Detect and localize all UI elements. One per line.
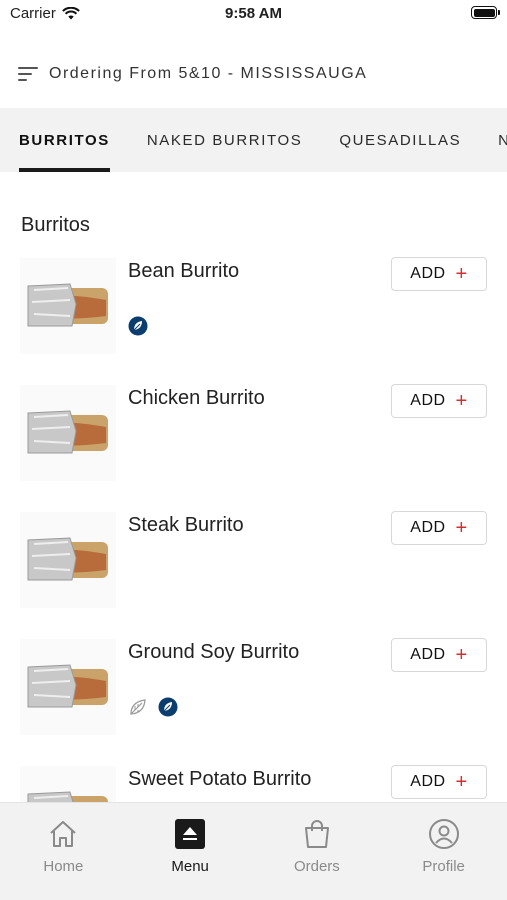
status-time: 9:58 AM <box>225 5 282 22</box>
home-icon <box>50 821 77 847</box>
item-name: Chicken Burrito <box>128 387 265 409</box>
plus-icon: + <box>455 263 468 285</box>
nav-profile-label: Profile <box>422 858 465 875</box>
dietary-tags <box>128 316 148 336</box>
ordering-location-text[interactable]: Ordering From 5&10 - MISSISSAUGA <box>49 65 367 83</box>
plus-icon: + <box>455 390 468 412</box>
status-bar: Carrier 9:58 AM <box>0 0 507 30</box>
item-name: Bean Burrito <box>128 260 240 282</box>
shopping-bag-icon <box>304 820 329 848</box>
nav-orders-label: Orders <box>293 858 340 875</box>
burrito-image <box>20 512 116 608</box>
dietary-tags <box>128 697 178 717</box>
add-label: ADD <box>410 392 446 409</box>
plus-icon: + <box>455 771 468 793</box>
add-label: ADD <box>410 265 446 282</box>
item-name: Sweet Potato Burrito <box>128 768 312 790</box>
nav-menu[interactable]: Menu <box>127 803 254 900</box>
nav-profile[interactable]: Profile <box>380 803 507 900</box>
nav-menu-label: Menu <box>171 858 209 875</box>
section-title: Burritos <box>21 214 90 236</box>
category-tabs: BURRITOS NAKED BURRITOS QUESADILLAS NACH… <box>0 108 507 172</box>
add-button[interactable]: ADD + <box>391 765 487 799</box>
tab-burritos[interactable]: BURRITOS <box>19 108 110 172</box>
add-button[interactable]: ADD + <box>391 384 487 418</box>
add-button[interactable]: ADD + <box>391 511 487 545</box>
ordering-header[interactable]: Ordering From 5&10 - MISSISSAUGA <box>0 52 507 96</box>
burrito-image <box>20 258 116 354</box>
nav-orders[interactable]: Orders <box>254 803 381 900</box>
vegetarian-leaf-icon <box>130 699 146 715</box>
tab-nachos[interactable]: NACHOS <box>498 108 507 172</box>
menu-item[interactable]: Bean Burrito ADD + <box>0 250 507 377</box>
hamburger-menu-icon[interactable] <box>18 66 38 82</box>
vegan-icon <box>128 316 148 336</box>
add-button[interactable]: ADD + <box>391 257 487 291</box>
menu-tray-icon <box>175 819 206 849</box>
add-label: ADD <box>410 519 446 536</box>
nav-home[interactable]: Home <box>0 803 127 900</box>
menu-item[interactable]: Steak Burrito ADD + <box>0 504 507 631</box>
vegan-icon <box>158 697 178 717</box>
add-label: ADD <box>410 773 446 790</box>
plus-icon: + <box>455 644 468 666</box>
item-name: Steak Burrito <box>128 514 244 536</box>
burrito-image <box>20 639 116 735</box>
add-label: ADD <box>410 646 446 663</box>
menu-item[interactable]: Ground Soy Burrito ADD + <box>0 631 507 758</box>
nav-home-label: Home <box>43 858 84 875</box>
menu-item[interactable]: Chicken Burrito ADD + <box>0 377 507 504</box>
plus-icon: + <box>455 517 468 539</box>
battery-icon <box>471 6 500 19</box>
burrito-image <box>20 385 116 481</box>
tab-naked-burritos[interactable]: NAKED BURRITOS <box>147 108 302 172</box>
tab-quesadillas[interactable]: QUESADILLAS <box>339 108 461 172</box>
item-name: Ground Soy Burrito <box>128 641 300 663</box>
profile-icon <box>428 819 459 849</box>
menu-list: Bean Burrito ADD + Chicken Burrito ADD +… <box>0 250 507 885</box>
add-button[interactable]: ADD + <box>391 638 487 672</box>
bottom-nav: Home Menu Orders Profile <box>0 802 507 900</box>
